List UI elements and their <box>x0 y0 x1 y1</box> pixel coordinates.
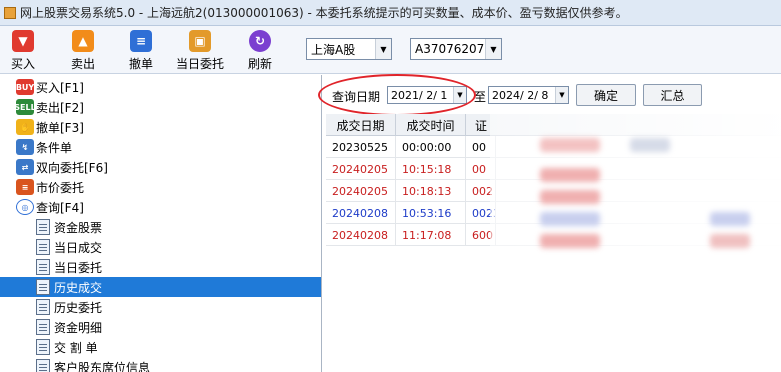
sell-icon: SELL <box>14 99 36 115</box>
column-header-date[interactable]: 成交日期 <box>326 114 396 136</box>
tree-item-buy[interactable]: BUY 买入[F1] <box>16 77 84 97</box>
search-icon: ◎ <box>16 199 34 215</box>
chevron-down-icon: ▼ <box>375 39 391 59</box>
cell-trade-time: 10:18:13 <box>396 180 466 202</box>
cell-trade-date: 20240208 <box>326 202 396 224</box>
refresh-icon: ↻ <box>249 30 271 52</box>
document-icon <box>36 359 50 372</box>
document-icon <box>36 239 50 255</box>
sell-button[interactable]: ▲ 卖出 <box>63 30 103 72</box>
cell-trade-date: 20240205 <box>326 180 396 202</box>
end-date-picker[interactable]: 2024/ 2/ 8 ▼ <box>488 86 569 104</box>
chevron-down-icon: ▼ <box>485 39 501 59</box>
column-header-time[interactable]: 成交时间 <box>396 114 466 136</box>
refresh-button[interactable]: ↻ 刷新 <box>240 30 280 72</box>
two-way-icon: ⇄ <box>16 159 34 175</box>
app-icon <box>4 6 16 19</box>
confirm-button[interactable]: 确定 <box>576 84 636 106</box>
tree-item-two-way-order[interactable]: ⇄ 双向委托[F6] <box>16 157 108 177</box>
cancel-icon: ✋ <box>16 119 34 135</box>
tree-subitem-funds-stocks[interactable]: 资金股票 <box>36 217 102 237</box>
document-icon <box>36 299 50 315</box>
briefcase-icon: ▣ <box>189 30 211 52</box>
tree-subitem-today-orders[interactable]: 当日委托 <box>36 257 102 277</box>
account-select[interactable]: A370762078 ▼ <box>410 38 502 60</box>
today-orders-button[interactable]: ▣ 当日委托 <box>176 30 224 72</box>
buy-button[interactable]: ▼ 买入 <box>3 30 43 72</box>
market-select[interactable]: 上海A股 ▼ <box>306 38 392 60</box>
cell-trade-time: 00:00:00 <box>396 136 466 158</box>
cancel-order-button[interactable]: ≡ 撤单 <box>121 30 161 72</box>
buy-icon: ▼ <box>12 30 34 52</box>
redacted-area <box>490 108 781 372</box>
document-icon <box>36 279 50 295</box>
chevron-down-icon: ▼ <box>555 87 568 103</box>
tree-subitem-history-trades[interactable]: 历史成交 <box>0 277 321 297</box>
cancel-icon: ≡ <box>130 30 152 52</box>
cell-trade-date: 20240205 <box>326 158 396 180</box>
tree-item-condition-order[interactable]: ↯ 条件单 <box>16 137 72 157</box>
document-icon <box>36 339 50 355</box>
window-title: 网上股票交易系统5.0 - 上海远航2(013000001063) - 本委托系… <box>20 6 628 20</box>
tree-item-market-order[interactable]: ≡ 市价委托 <box>16 177 84 197</box>
summary-button[interactable]: 汇总 <box>643 84 702 106</box>
tree-subitem-settlement[interactable]: 交 割 单 <box>36 337 98 357</box>
condition-icon: ↯ <box>16 139 34 155</box>
highlight-ellipse <box>318 74 476 116</box>
cell-trade-time: 11:17:08 <box>396 224 466 246</box>
cell-trade-time: 10:53:16 <box>396 202 466 224</box>
document-icon <box>36 219 50 235</box>
document-icon <box>36 319 50 335</box>
market-order-icon: ≡ <box>16 179 34 195</box>
tree-subitem-history-orders[interactable]: 历史委托 <box>36 297 102 317</box>
tree-subitem-shareholder-seat[interactable]: 客户股东席位信息 <box>36 357 150 372</box>
tree-subitem-today-trades[interactable]: 当日成交 <box>36 237 102 257</box>
title-bar: 网上股票交易系统5.0 - 上海远航2(013000001063) - 本委托系… <box>0 0 781 26</box>
tree-item-query[interactable]: ◎ 查询[F4] <box>16 197 84 217</box>
tree-item-sell[interactable]: SELL 卖出[F2] <box>14 97 84 117</box>
cell-trade-time: 10:15:18 <box>396 158 466 180</box>
cell-trade-date: 20230525 <box>326 136 396 158</box>
cell-trade-date: 20240208 <box>326 224 396 246</box>
tree-subitem-fund-details[interactable]: 资金明细 <box>36 317 102 337</box>
sell-icon: ▲ <box>72 30 94 52</box>
document-icon <box>36 259 50 275</box>
buy-icon: BUY <box>16 79 34 95</box>
tree-item-cancel[interactable]: ✋ 撤单[F3] <box>16 117 84 137</box>
function-tree: BUY 买入[F1] SELL 卖出[F2] ✋ 撤单[F3] ↯ 条件单 ⇄ … <box>0 75 322 372</box>
